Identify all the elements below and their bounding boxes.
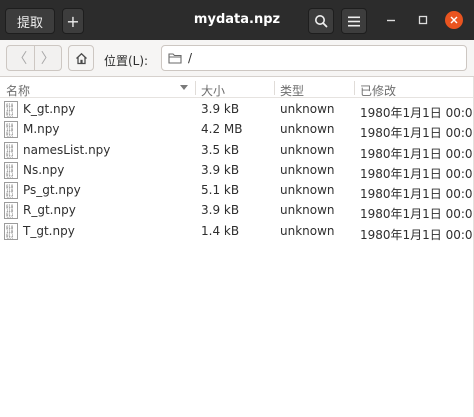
file-row[interactable]: 010 110 011 101 R_gt.npy 3.9 kB unknown 198… — [0, 200, 474, 221]
file-type: unknown — [280, 102, 335, 116]
file-size: 3.9 kB — [201, 162, 240, 177]
file-list: 010 110 011 101 K_gt.npy 3.9 kB unknown 198… — [0, 99, 474, 242]
file-name: K_gt.npy — [23, 102, 76, 116]
column-header-type[interactable]: 类型 — [280, 82, 304, 99]
column-header-name[interactable]: 名称 — [6, 82, 30, 99]
search-button[interactable] — [308, 8, 334, 34]
file-type: unknown — [280, 122, 335, 137]
home-icon — [75, 52, 87, 64]
binary-file-icon: 010 110 011 101 — [4, 202, 18, 220]
file-row[interactable]: 010 110 011 101 Ps_gt.npy 5.1 kB unknown 19… — [0, 180, 474, 201]
column-separator[interactable] — [195, 81, 196, 95]
file-size: 1.4 kB — [201, 223, 240, 238]
column-header-row: 名称 大小 类型 已修改 — [0, 78, 474, 98]
file-type: unknown — [280, 223, 335, 238]
file-row[interactable]: 010 110 011 101 namesList.npy 3.5 kB unknow… — [0, 140, 474, 161]
file-size: 3.9 kB — [201, 203, 240, 218]
file-name: namesList.npy — [23, 142, 111, 157]
location-label: 位置(L): — [104, 54, 149, 68]
minimize-button[interactable] — [383, 12, 399, 28]
binary-file-icon: 010 110 011 101 — [4, 161, 18, 179]
minimize-icon — [387, 19, 395, 22]
file-type: unknown — [280, 183, 335, 198]
extract-button[interactable]: 提取 — [5, 8, 55, 34]
column-header-modified[interactable]: 已修改 — [360, 82, 396, 99]
file-row[interactable]: 010 110 011 101 T_gt.npy 1.4 kB unknown 198… — [0, 221, 474, 242]
close-icon — [450, 16, 458, 24]
location-bar: 〈 〉 位置(L): / — [0, 40, 474, 77]
file-type: unknown — [280, 203, 335, 218]
file-type: unknown — [280, 162, 335, 177]
file-name: Ps_gt.npy — [23, 183, 81, 198]
column-separator[interactable] — [354, 81, 355, 95]
location-path: / — [188, 51, 193, 65]
file-name: T_gt.npy — [23, 223, 75, 238]
file-size: 3.9 kB — [201, 102, 240, 116]
file-type: unknown — [280, 142, 335, 157]
menu-button[interactable] — [341, 8, 367, 34]
forward-button[interactable]: 〉 — [33, 46, 62, 70]
maximize-icon — [418, 15, 428, 25]
location-input[interactable]: / — [161, 45, 467, 71]
back-icon: 〈 — [13, 51, 28, 67]
hamburger-menu-icon — [348, 16, 360, 26]
search-icon — [315, 15, 328, 28]
binary-file-icon: 010 110 011 101 — [4, 182, 18, 200]
file-name: R_gt.npy — [23, 203, 76, 218]
folder-icon — [168, 53, 182, 64]
binary-file-icon: 010 110 011 101 — [4, 222, 18, 240]
file-name: Ns.npy — [23, 162, 65, 177]
forward-icon: 〉 — [40, 51, 55, 67]
title-bar: 提取 + mydata.npz — [0, 0, 474, 40]
file-name: M.npy — [23, 122, 60, 137]
back-button[interactable]: 〈 — [7, 46, 34, 70]
home-button[interactable] — [68, 45, 94, 71]
binary-file-icon: 010 110 011 101 — [4, 101, 18, 118]
file-modified: 1980年1月1日 00:00 — [360, 227, 474, 242]
file-size: 5.1 kB — [201, 183, 240, 198]
file-row[interactable]: 010 110 011 101 K_gt.npy 3.9 kB unknown 198… — [0, 99, 474, 120]
close-button[interactable] — [445, 11, 463, 29]
sort-descending-icon — [180, 85, 188, 90]
window-title: mydata.npz — [193, 12, 281, 27]
file-row[interactable]: 010 110 011 101 Ns.npy 3.9 kB unknown 1980年… — [0, 160, 474, 181]
column-header-size[interactable]: 大小 — [201, 82, 225, 99]
file-row[interactable]: 010 110 011 101 M.npy 4.2 MB unknown 1980年1… — [0, 119, 474, 140]
add-button[interactable]: + — [62, 8, 84, 34]
file-size: 3.5 kB — [201, 142, 240, 157]
navigation-buttons: 〈 〉 — [6, 45, 62, 71]
column-separator[interactable] — [274, 81, 275, 95]
binary-file-icon: 010 110 011 101 — [4, 141, 18, 159]
file-size: 4.2 MB — [201, 122, 243, 137]
maximize-button[interactable] — [415, 12, 431, 28]
binary-file-icon: 010 110 011 101 — [4, 121, 18, 139]
